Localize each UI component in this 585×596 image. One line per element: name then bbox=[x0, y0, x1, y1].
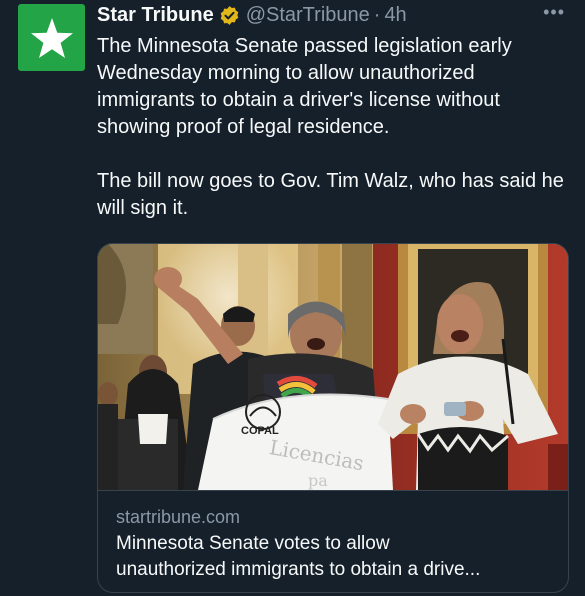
card-meta[interactable]: startribune.com Minnesota Senate votes t… bbox=[98, 490, 568, 592]
tweet-paragraph: The Minnesota Senate passed legislation … bbox=[97, 35, 512, 138]
protest-photo: COPAL Licencias pa bbox=[98, 244, 568, 490]
author-name[interactable]: Star Tribune bbox=[97, 4, 214, 27]
sign-handwriting-2: pa bbox=[308, 471, 328, 490]
card-title-line: unauthorized immigrants to obtain a driv… bbox=[116, 559, 481, 580]
author-handle[interactable]: @StarTribune bbox=[246, 4, 370, 27]
tweet-text: The Minnesota Senate passed legislation … bbox=[97, 33, 567, 222]
tweet-header: Star Tribune @StarTribune · 4h ••• bbox=[97, 2, 565, 28]
separator-dot: · bbox=[373, 3, 381, 26]
star-logo-icon bbox=[30, 17, 73, 58]
more-options-icon[interactable]: ••• bbox=[543, 2, 565, 23]
star-tribune-avatar[interactable] bbox=[18, 4, 85, 71]
card-title-line: Minnesota Senate votes to allow bbox=[116, 533, 390, 554]
tweet-paragraph: The bill now goes to Gov. Tim Walz, who … bbox=[97, 170, 564, 219]
verified-badge-icon bbox=[220, 5, 238, 25]
card-domain: startribune.com bbox=[116, 507, 241, 527]
tweet-timestamp[interactable]: 4h bbox=[384, 4, 406, 27]
card-image[interactable]: COPAL Licencias pa bbox=[98, 244, 568, 490]
link-preview-card[interactable]: COPAL Licencias pa startribune.com Minne… bbox=[97, 243, 569, 593]
card-title: Minnesota Senate votes to allow unauthor… bbox=[116, 531, 556, 583]
